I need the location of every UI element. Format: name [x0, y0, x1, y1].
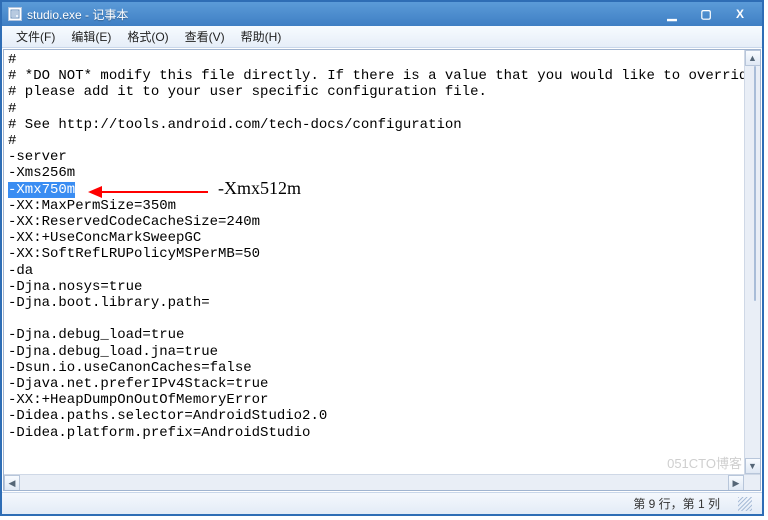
- line: -Djna.debug_load=true: [8, 327, 184, 343]
- editor-text[interactable]: # # *DO NOT* modify this file directly. …: [4, 50, 744, 490]
- line: -Didea.paths.selector=AndroidStudio2.0: [8, 408, 327, 424]
- cursor-position: 第 9 行，第 1 列: [633, 495, 720, 512]
- line: # please add it to your user specific co…: [8, 84, 487, 100]
- scroll-right-button[interactable]: ▶: [728, 475, 744, 491]
- scroll-thumb[interactable]: [754, 66, 756, 301]
- notepad-window: studio.exe - 记事本 ▁ ▢ X 文件(F) 编辑(E) 格式(O)…: [0, 0, 764, 516]
- menu-view[interactable]: 查看(V): [177, 26, 233, 47]
- line: -Xms256m: [8, 165, 75, 181]
- menu-help[interactable]: 帮助(H): [233, 26, 290, 47]
- hscroll-track[interactable]: [20, 475, 728, 490]
- line: -Dsun.io.useCanonCaches=false: [8, 360, 252, 376]
- menu-format[interactable]: 格式(O): [119, 26, 176, 47]
- scroll-left-button[interactable]: ◀: [4, 475, 20, 491]
- scroll-corner: [744, 475, 760, 491]
- line: -XX:SoftRefLRUPolicyMSPerMB=50: [8, 246, 260, 262]
- maximize-button[interactable]: ▢: [690, 5, 722, 23]
- vertical-scrollbar[interactable]: ▲ ▼: [744, 50, 760, 474]
- line: -XX:ReservedCodeCacheSize=240m: [8, 214, 260, 230]
- resize-grip-icon[interactable]: [738, 497, 752, 511]
- line: -XX:MaxPermSize=350m: [8, 198, 176, 214]
- statusbar: 第 9 行，第 1 列: [2, 492, 762, 514]
- line: #: [8, 101, 16, 117]
- line: #: [8, 133, 16, 149]
- close-button[interactable]: X: [724, 5, 756, 23]
- window-title: studio.exe - 记事本: [27, 6, 656, 23]
- line: -da: [8, 263, 33, 279]
- window-controls: ▁ ▢ X: [656, 5, 756, 23]
- line: -XX:+HeapDumpOnOutOfMemoryError: [8, 392, 268, 408]
- line: # See http://tools.android.com/tech-docs…: [8, 117, 462, 133]
- menu-edit[interactable]: 编辑(E): [63, 26, 119, 47]
- titlebar[interactable]: studio.exe - 记事本 ▁ ▢ X: [2, 2, 762, 26]
- line: -Djna.debug_load.jna=true: [8, 344, 218, 360]
- minimize-button[interactable]: ▁: [656, 5, 688, 23]
- menubar: 文件(F) 编辑(E) 格式(O) 查看(V) 帮助(H): [2, 26, 762, 48]
- line: -Djava.net.preferIPv4Stack=true: [8, 376, 268, 392]
- horizontal-scrollbar[interactable]: ◀ ▶: [4, 474, 760, 490]
- selected-line: -Xmx750m: [8, 182, 75, 198]
- app-icon: [8, 7, 22, 21]
- line: -Didea.platform.prefix=AndroidStudio: [8, 425, 310, 441]
- line: # *DO NOT* modify this file directly. If…: [8, 68, 744, 84]
- menu-file[interactable]: 文件(F): [8, 26, 63, 47]
- scroll-up-button[interactable]: ▲: [745, 50, 761, 66]
- line: -XX:+UseConcMarkSweepGC: [8, 230, 201, 246]
- line: #: [8, 52, 16, 68]
- line: -Djna.boot.library.path=: [8, 295, 210, 311]
- scroll-down-button[interactable]: ▼: [745, 458, 761, 474]
- editor-area[interactable]: # # *DO NOT* modify this file directly. …: [3, 49, 761, 491]
- line: -Djna.nosys=true: [8, 279, 142, 295]
- line: -server: [8, 149, 67, 165]
